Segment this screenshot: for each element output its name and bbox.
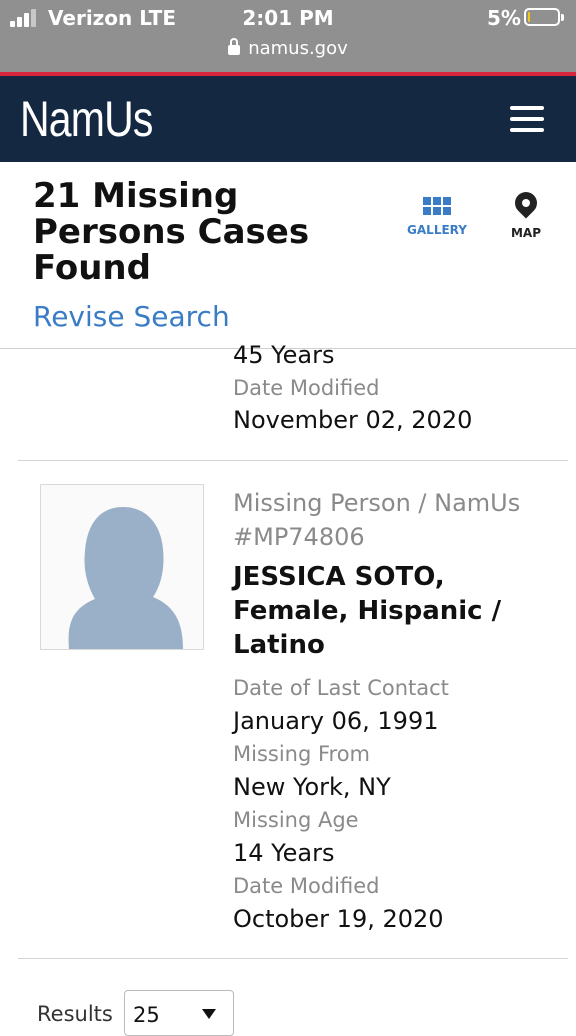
map-pin-icon — [510, 187, 542, 219]
field-label: Missing Age — [233, 808, 359, 832]
address-bar[interactable]: namus.gov — [0, 38, 576, 59]
field-value: October 19, 2020 — [233, 905, 444, 933]
dropdown-caret-icon — [202, 1009, 216, 1019]
case-divider — [18, 460, 568, 461]
revise-search-link[interactable]: Revise Search — [33, 300, 230, 333]
field-label: Missing From — [233, 742, 371, 766]
battery-icon — [524, 8, 564, 26]
selected-page-size: 25 — [133, 1003, 160, 1027]
previous-case-missing-age: 45 Years — [233, 341, 335, 369]
status-bar: Verizon LTE 2:01 PM 5% namus.gov — [0, 0, 576, 72]
battery-percent: 5% — [487, 6, 521, 30]
results-per-page-label: Results — [37, 1002, 113, 1026]
case-name-link[interactable]: JESSICA SOTO, Female, Hispanic / Latino — [233, 560, 563, 662]
lock-icon — [228, 38, 241, 55]
female-silhouette-icon — [68, 507, 183, 649]
field-value: January 06, 1991 — [233, 707, 439, 735]
hamburger-menu-icon[interactable] — [510, 106, 544, 132]
url-text: namus.gov — [248, 38, 348, 59]
case-photo[interactable] — [40, 484, 204, 650]
results-per-page-select[interactable]: 25 — [124, 990, 234, 1036]
field-value: 14 Years — [233, 839, 335, 867]
gallery-label: GALLERY — [407, 223, 467, 237]
map-view-button[interactable]: MAP — [491, 187, 561, 240]
case-divider — [18, 958, 568, 959]
map-label: MAP — [510, 226, 542, 240]
results-header: 21 Missing Persons Cases Found Revise Se… — [0, 162, 576, 349]
case-type-label: Missing Person / NamUs #MP74806 — [233, 489, 521, 551]
grid-icon — [423, 197, 451, 215]
gallery-view-button[interactable]: GALLERY — [402, 190, 472, 237]
field-value: New York, NY — [233, 773, 391, 801]
field-label: Date Modified — [233, 874, 380, 898]
namus-logo[interactable]: NamUs — [20, 90, 153, 148]
results-title: 21 Missing Persons Cases Found — [33, 176, 310, 288]
site-header: NamUs — [0, 76, 576, 162]
field-label: Date of Last Contact — [233, 676, 449, 700]
previous-case-date-modified-label: Date Modified — [233, 376, 380, 400]
previous-case-date-modified: November 02, 2020 — [233, 406, 473, 434]
